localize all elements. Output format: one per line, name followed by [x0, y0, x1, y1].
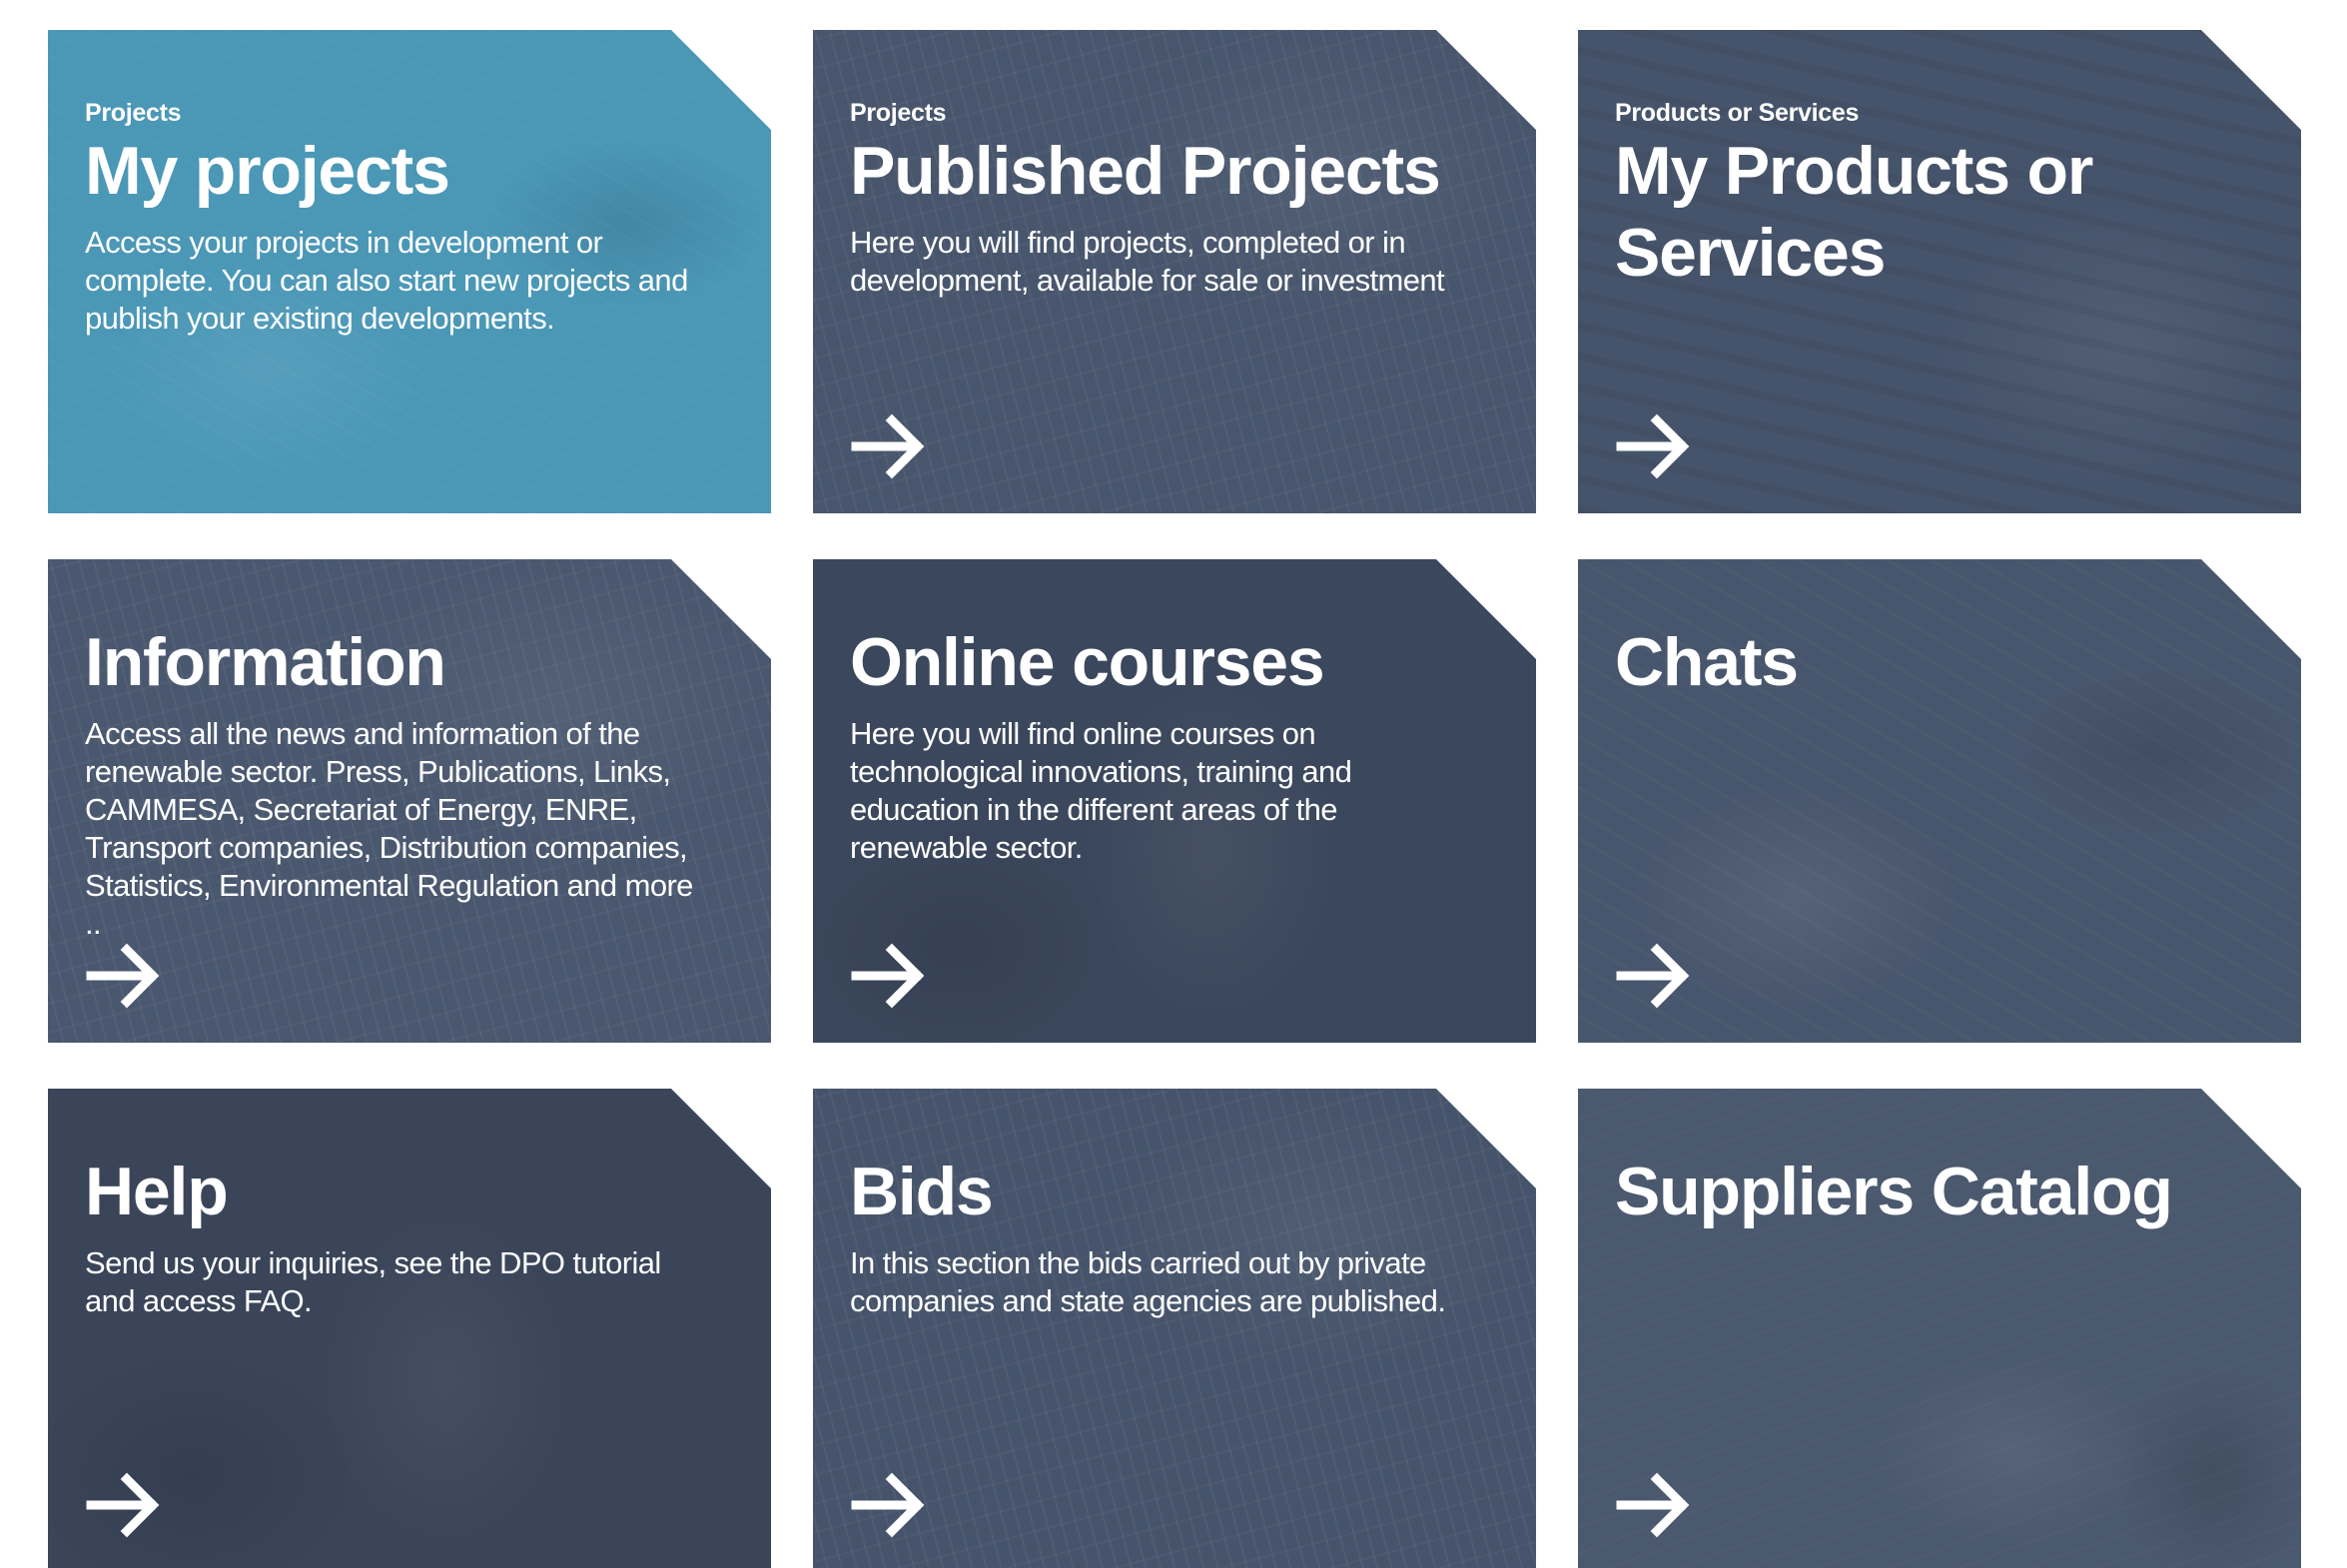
tile-chats[interactable]: Chats — [1578, 559, 2301, 1043]
tile-title: Published Projects — [850, 133, 1441, 209]
tile-title: Help — [85, 1154, 229, 1229]
tile-title: Information — [85, 624, 446, 700]
tile-information[interactable]: Information Access all the news and info… — [48, 559, 771, 1043]
tile-title: Online courses — [850, 624, 1325, 700]
tile-online-courses[interactable]: Online courses Here you will find online… — [813, 559, 1536, 1043]
tile-title: Chats — [1615, 624, 1799, 700]
tile-title: My Products or Services — [1615, 133, 2093, 291]
arrow-right-icon[interactable] — [850, 936, 930, 1016]
tile-eyebrow: Projects — [850, 99, 947, 127]
tile-eyebrow: Products or Services — [1615, 99, 1860, 127]
tile-description: Here you will find projects, completed o… — [850, 225, 1445, 298]
tile-suppliers-catalog[interactable]: Suppliers Catalog — [1578, 1089, 2301, 1568]
tile-published-projects[interactable]: Projects Published Projects Here you wil… — [813, 30, 1536, 513]
arrow-right-icon[interactable] — [85, 1465, 165, 1545]
tile-eyebrow: Projects — [85, 99, 182, 127]
tile-my-projects[interactable]: Projects My projects Access your project… — [48, 30, 771, 513]
tile-description: Send us your inquiries, see the DPO tuto… — [85, 1245, 661, 1318]
arrow-right-icon[interactable] — [1615, 936, 1695, 1016]
tile-title: Suppliers Catalog — [1615, 1154, 2173, 1229]
arrow-right-icon[interactable] — [1615, 1465, 1695, 1545]
tile-title: My projects — [85, 133, 450, 209]
tile-description: Access all the news and information of t… — [85, 716, 693, 941]
tile-description: Access your projects in development or c… — [85, 225, 688, 336]
tile-description: Here you will find online courses on tec… — [850, 716, 1352, 865]
arrow-right-icon[interactable] — [1615, 406, 1695, 486]
tile-title: Bids — [850, 1154, 994, 1229]
tile-my-products-or-services[interactable]: Products or Services My Products or Serv… — [1578, 30, 2301, 513]
tile-description: In this section the bids carried out by … — [850, 1245, 1446, 1318]
tile-bids[interactable]: Bids In this section the bids carried ou… — [813, 1089, 1536, 1568]
dashboard-tile-grid: Projects My projects Access your project… — [0, 0, 2347, 1568]
tile-help[interactable]: Help Send us your inquiries, see the DPO… — [48, 1089, 771, 1568]
arrow-right-icon[interactable] — [850, 1465, 930, 1545]
arrow-right-icon[interactable] — [85, 936, 165, 1016]
arrow-right-icon[interactable] — [850, 406, 930, 486]
